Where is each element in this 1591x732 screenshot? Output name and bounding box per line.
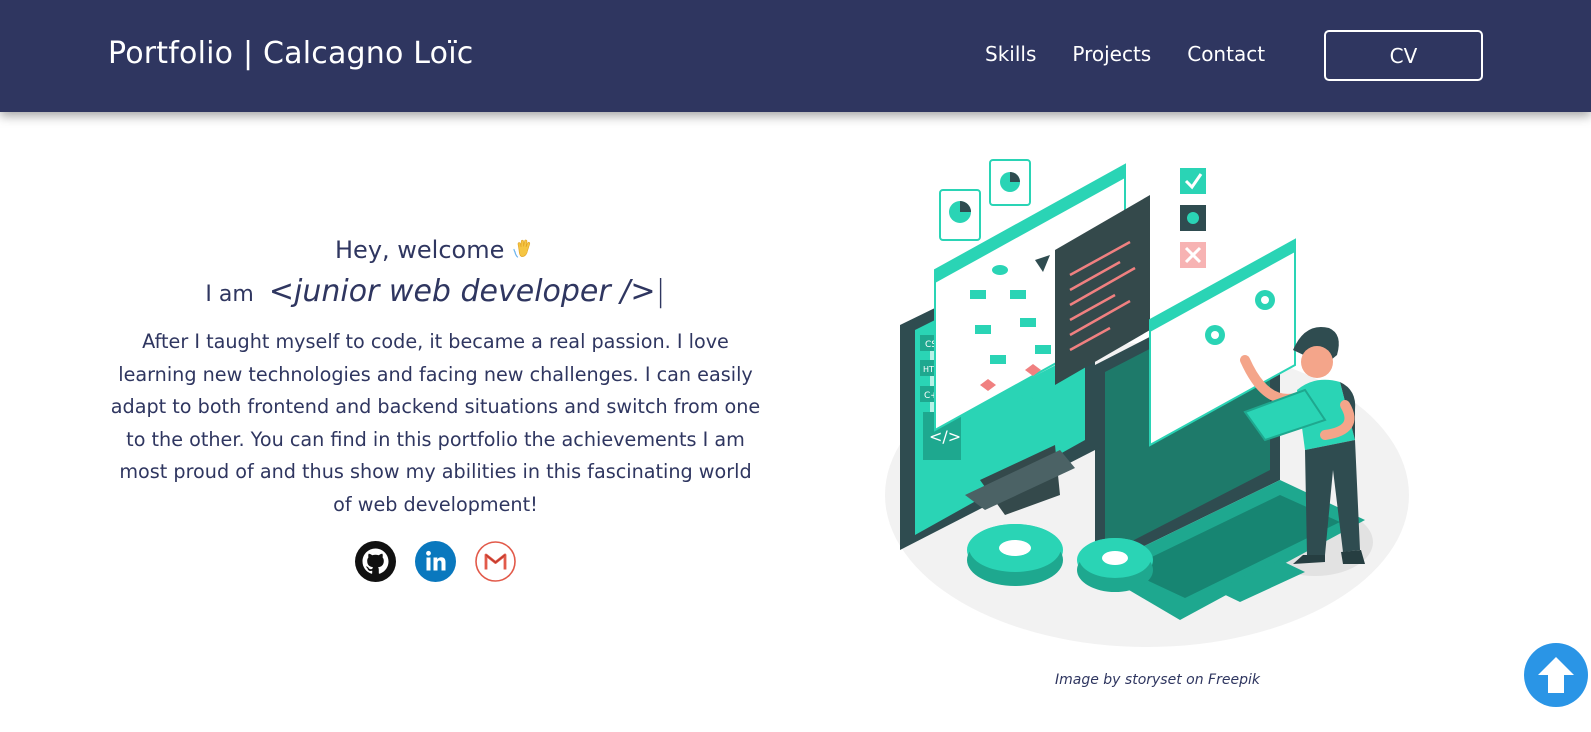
nav-link-projects[interactable]: Projects (1072, 42, 1151, 66)
typed-role-text: <junior web developer /> (268, 274, 656, 309)
greeting-line: Hey, welcome (108, 236, 763, 270)
github-icon (355, 541, 396, 582)
bio-paragraph: After I taught myself to code, it became… (110, 330, 761, 516)
role-line: I am <junior web developer />| (108, 274, 763, 314)
linkedin-link[interactable] (415, 541, 456, 582)
nav-link-contact[interactable]: Contact (1187, 42, 1265, 66)
developer-illustration: CSS HTML C++ </> (885, 159, 1409, 647)
image-credit: Image by storyset on Freepik (1055, 672, 1260, 688)
typing-cursor: | (655, 274, 666, 309)
navbar: Portfolio | Calcagno Loïc Skills Project… (0, 0, 1591, 112)
svg-text:</>: </> (929, 427, 961, 446)
waving-hand-icon (513, 239, 531, 258)
github-link[interactable] (355, 541, 396, 582)
gmail-icon (475, 541, 516, 582)
iam-prefix: I am (205, 282, 254, 307)
arrow-up-icon (1538, 657, 1574, 693)
brand-title[interactable]: Portfolio | Calcagno Loïc (108, 36, 473, 71)
scroll-to-top-button[interactable] (1524, 643, 1588, 707)
gmail-link[interactable] (475, 541, 516, 582)
cv-button[interactable]: CV (1324, 30, 1483, 81)
hero-intro: Hey, welcome I am <junior web developer … (108, 236, 763, 582)
greeting-text: Hey, welcome (335, 236, 505, 264)
nav-links: Skills Projects Contact (985, 42, 1301, 66)
nav-link-skills[interactable]: Skills (985, 42, 1036, 66)
linkedin-icon (415, 541, 456, 582)
social-links (108, 541, 763, 582)
